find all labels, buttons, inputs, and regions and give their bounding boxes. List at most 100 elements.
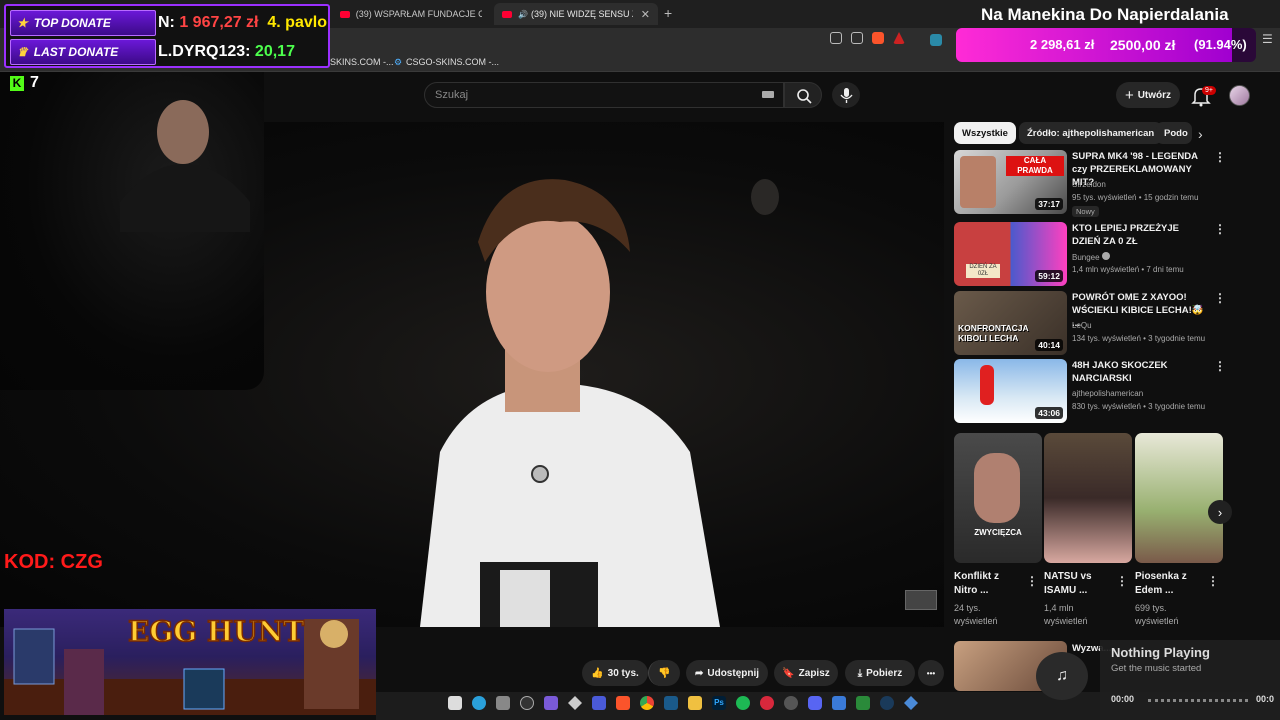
close-tab-icon[interactable]: ✕ <box>641 8 650 21</box>
shorts-next-button[interactable]: › <box>1208 500 1232 524</box>
keyboard-icon[interactable] <box>762 91 774 98</box>
telegram-icon[interactable] <box>472 696 486 710</box>
short-thumbnail[interactable] <box>1135 433 1223 563</box>
extension-icon[interactable] <box>930 34 942 46</box>
more-options-icon[interactable]: ⋮ <box>1116 574 1128 588</box>
promo-code: KOD: CZG <box>4 551 103 573</box>
short-thumbnail[interactable] <box>1044 433 1132 563</box>
chrome-icon[interactable] <box>640 696 654 710</box>
music-subtitle: Get the music started <box>1111 663 1202 674</box>
share-button[interactable]: ➦ Udostępnij <box>686 660 768 686</box>
video-title: KTO LEPIEJ PRZEŻYJE DZIEŃ ZA 0 ZŁ <box>1072 223 1179 247</box>
more-actions-button[interactable]: ••• <box>918 660 944 686</box>
minecraft-icon[interactable] <box>856 696 870 710</box>
app-x-icon[interactable] <box>592 696 606 710</box>
brave-shield-icon[interactable] <box>872 32 884 44</box>
recommendation-item[interactable]: KONFRONTACJA KIBOLI LECHA 40:14 POWRÓT O… <box>954 291 1226 355</box>
obs-icon[interactable] <box>568 696 582 710</box>
short-views: 699 tys. wyświetleń <box>1135 603 1179 626</box>
short-title[interactable]: Piosenka z Edem ... <box>1135 570 1205 598</box>
goal-target: 2500,00 zł <box>1110 37 1176 53</box>
discord-icon[interactable] <box>808 696 822 710</box>
browser-tab[interactable]: (39) WSPARŁAM FUNDACJE CANCER <box>332 3 490 25</box>
app-icon[interactable] <box>904 696 918 710</box>
gamepad-icon[interactable] <box>544 696 558 710</box>
video-title: 48H JAKO SKOCZEK NARCIARSKI <box>1072 360 1168 384</box>
plus-icon: + <box>1124 86 1134 104</box>
camera-icon[interactable] <box>496 696 510 710</box>
folder-icon[interactable] <box>688 696 702 710</box>
tab-title: (39) NIE WIDZĘ SENSU ŻYCIA <box>530 9 633 19</box>
chip-all[interactable]: Wszystkie <box>954 122 1016 144</box>
short-views: 24 tys. wyświetleń <box>954 603 998 626</box>
voice-search-button[interactable] <box>832 82 860 108</box>
photoshop-icon[interactable]: Ps <box>712 696 726 710</box>
top-donate-amount: 1 967,27 zł <box>179 14 259 31</box>
share-arrow-icon: ➦ <box>694 667 704 679</box>
creative-cloud-icon[interactable] <box>760 696 774 710</box>
app-icon[interactable] <box>784 696 798 710</box>
app-icon[interactable] <box>832 696 846 710</box>
app-icon[interactable] <box>520 696 534 710</box>
video-meta: 134 tys. wyświetleń • 3 tygodnie temu <box>1072 334 1206 343</box>
music-time-end: 00:0 <box>1256 694 1275 704</box>
music-time-start: 00:00 <box>1111 694 1135 704</box>
bookmark-link[interactable]: SKINS.COM -... <box>330 57 394 67</box>
channel-name[interactable]: Bungee <box>1072 252 1110 262</box>
brave-rewards-icon[interactable] <box>893 32 905 44</box>
cast-icon[interactable] <box>830 32 842 44</box>
thumbnail-caption: ZWYCIĘZCA <box>974 528 1022 537</box>
viewer-count: 7 <box>30 74 39 91</box>
more-options-icon[interactable]: ⋮ <box>1207 574 1219 588</box>
chip-source[interactable]: Źródło: ajthepolishamerican <box>1019 122 1163 144</box>
search-icon <box>797 89 812 104</box>
more-options-icon[interactable]: ⋮ <box>1026 574 1038 588</box>
channel-name[interactable]: Strzeldon <box>1072 180 1106 189</box>
download-button[interactable]: ⤓ Pobierz <box>845 660 915 686</box>
app-icon[interactable] <box>664 696 678 710</box>
create-button[interactable]: + Utwórz <box>1116 82 1180 108</box>
extension-toolbar <box>830 32 905 44</box>
channel-name[interactable]: ajthepolishamerican <box>1072 389 1143 398</box>
dislike-button[interactable]: 👎 <box>648 660 680 686</box>
video-thumbnail: 43:06 <box>954 359 1067 423</box>
music-progress-bar[interactable] <box>1148 699 1248 702</box>
search-button[interactable] <box>784 82 822 108</box>
save-button[interactable]: 🔖 Zapisz <box>774 660 838 686</box>
steam-icon[interactable] <box>880 696 894 710</box>
duration-badge: 59:12 <box>1035 270 1063 282</box>
bookmark-link[interactable]: CSGO-SKINS.COM -... <box>406 57 499 67</box>
file-icon[interactable] <box>448 696 462 710</box>
more-options-icon[interactable]: ⋮ <box>1214 359 1226 373</box>
music-title: Nothing Playing <box>1111 645 1210 660</box>
youtube-favicon-icon <box>340 10 350 18</box>
thumbnail-face <box>960 156 996 208</box>
like-count: 30 tys. <box>607 667 639 679</box>
music-note-icon[interactable]: ♫ <box>1036 652 1088 700</box>
new-tab-button[interactable]: + <box>664 5 672 21</box>
more-options-icon[interactable]: ⋮ <box>1214 150 1226 164</box>
spotify-icon[interactable] <box>736 696 750 710</box>
egg-hunt-banner: EGG HUNT <box>4 609 376 715</box>
more-options-icon[interactable]: ⋮ <box>1214 222 1226 236</box>
brave-icon[interactable] <box>616 696 630 710</box>
browser-tab-active[interactable]: 🔊 (39) NIE WIDZĘ SENSU ŻYCIA ✕ <box>494 3 658 25</box>
recommendation-item[interactable]: DZIEŃ ZA 0ZŁ 59:12 KTO LEPIEJ PRZEŻYJE D… <box>954 222 1226 286</box>
user-avatar[interactable] <box>1229 85 1250 106</box>
short-title[interactable]: NATSU vs ISAMU ... <box>1044 570 1114 598</box>
recommendation-item[interactable]: 43:06 48H JAKO SKOCZEK NARCIARSKI ajthep… <box>954 359 1226 423</box>
short-title[interactable]: Konflikt z Nitro ... <box>954 570 1024 598</box>
like-button[interactable]: 👍 30 tys. <box>582 660 648 686</box>
speaker-icon: 🔊 <box>518 9 528 19</box>
chevron-right-icon[interactable]: › <box>1198 126 1203 142</box>
short-thumbnail[interactable]: ZWYCIĘZCA <box>954 433 1042 563</box>
search-input[interactable]: Szukaj <box>424 82 784 108</box>
channel-name[interactable]: LeQu <box>1072 321 1092 330</box>
share-icon[interactable] <box>851 32 863 44</box>
miniplayer-preview[interactable] <box>905 590 937 610</box>
more-options-icon[interactable]: ⋮ <box>1214 291 1226 305</box>
create-label: Utwórz <box>1137 89 1172 101</box>
chip-partial[interactable]: Podo <box>1156 122 1192 144</box>
browser-menu-icon[interactable]: ☰ <box>1262 32 1273 46</box>
recommendation-item[interactable]: CAŁA PRAWDA 37:17 SUPRA MK4 '98 - LEGEND… <box>954 150 1226 217</box>
